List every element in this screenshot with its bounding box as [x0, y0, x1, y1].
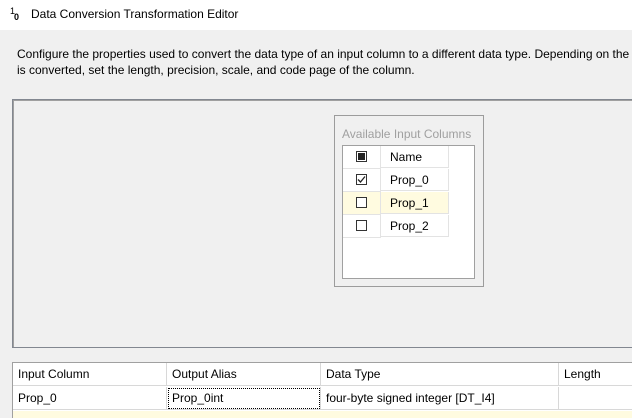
select-all-cell[interactable] — [343, 146, 381, 169]
name-column-header[interactable]: Name — [381, 146, 449, 168]
list-item[interactable]: Prop_2 — [343, 215, 450, 238]
title-bar: 1 0 Data Conversion Transformation Edito… — [0, 0, 632, 30]
column-checkbox-checked[interactable] — [356, 174, 367, 185]
conversion-grid: Input Column Output Alias Data Type Leng… — [12, 362, 632, 418]
available-input-columns-title: Available Input Columns — [342, 127, 472, 141]
output-alias-cell[interactable]: Prop_0int — [167, 387, 321, 410]
designer-area — [12, 99, 632, 348]
table-row[interactable]: Prop_0 Prop_0int four-byte signed intege… — [13, 387, 632, 411]
header-input-column[interactable]: Input Column — [13, 363, 167, 386]
list-item[interactable]: Prop_1 — [343, 192, 450, 215]
header-data-type[interactable]: Data Type — [321, 363, 559, 386]
conversion-grid-header: Input Column Output Alias Data Type Leng… — [13, 363, 632, 387]
checkbox-cell[interactable] — [343, 169, 381, 192]
length-cell[interactable] — [559, 387, 632, 410]
description-line-1: Configure the properties used to convert… — [17, 47, 630, 61]
grid-header-row: Name — [343, 146, 450, 169]
checkbox-cell[interactable] — [343, 215, 381, 238]
column-name: Prop_1 — [381, 192, 449, 214]
available-input-columns-grid: Name Prop_0 Prop_1 Prop_2 — [342, 145, 475, 279]
data-conversion-icon: 1 0 — [10, 6, 20, 22]
description-line-2: is converted, set the length, precision,… — [17, 63, 415, 77]
column-name: Prop_2 — [381, 215, 449, 237]
input-column-cell[interactable]: Prop_0 — [13, 387, 167, 410]
column-checkbox[interactable] — [356, 220, 367, 231]
checkmark-icon — [357, 176, 366, 183]
data-type-cell[interactable]: four-byte signed integer [DT_I4] — [321, 387, 559, 410]
window-title: Data Conversion Transformation Editor — [31, 7, 239, 21]
description-text: Configure the properties used to convert… — [17, 46, 632, 78]
header-output-alias[interactable]: Output Alias — [167, 363, 321, 386]
select-all-checkbox[interactable] — [356, 151, 367, 162]
list-item[interactable]: Prop_0 — [343, 169, 450, 192]
checkbox-cell[interactable] — [343, 192, 381, 215]
available-input-columns-panel: Available Input Columns Name Prop_0 Prop… — [334, 115, 484, 287]
column-name: Prop_0 — [381, 169, 449, 191]
column-checkbox[interactable] — [356, 197, 367, 208]
header-length[interactable]: Length — [559, 363, 632, 386]
